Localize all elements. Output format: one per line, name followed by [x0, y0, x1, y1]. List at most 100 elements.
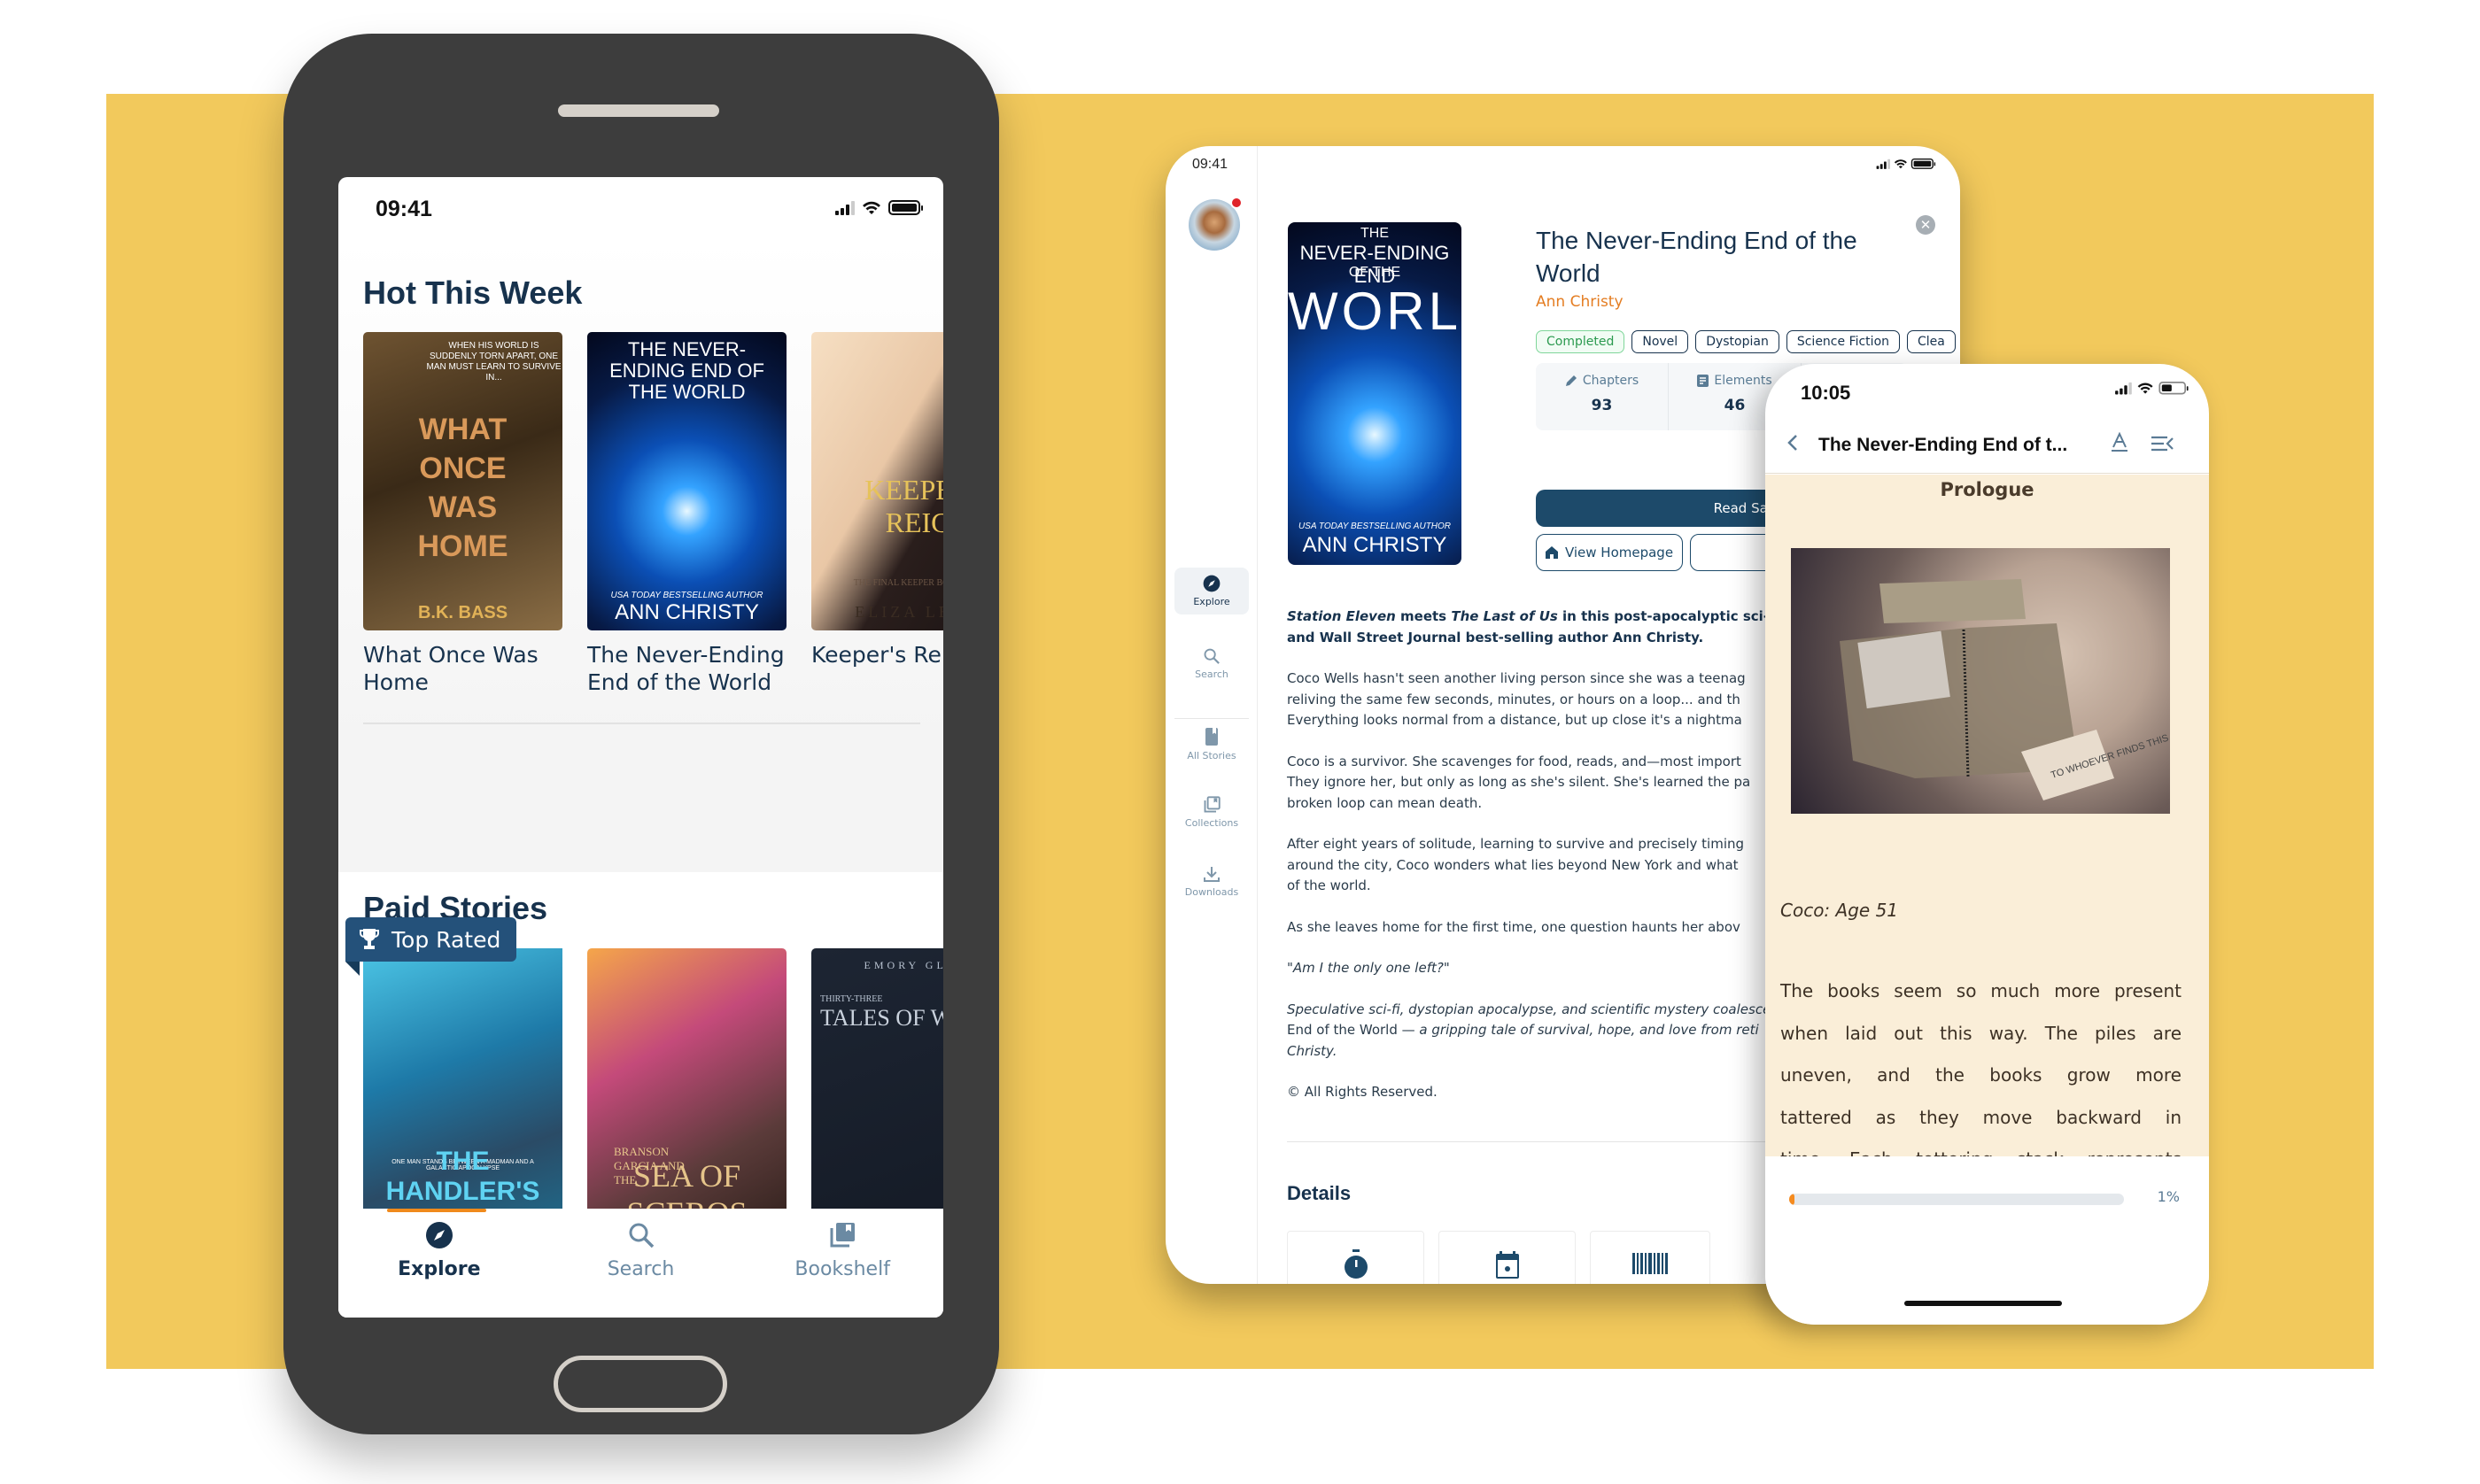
tab-label: Search [607, 1258, 675, 1280]
bottom-tab-bar: Explore Search Bookshelf [338, 1209, 943, 1318]
tab-bookshelf[interactable]: Bookshelf [741, 1209, 943, 1318]
tab-search[interactable]: Search [540, 1209, 742, 1318]
chapter-title: Prologue [1940, 479, 2034, 500]
reader-title: The Never-Ending End of t... [1818, 434, 2068, 455]
tag-chip[interactable]: Science Fiction [1786, 330, 1901, 353]
android-phone-mockup: 09:41 Hot This Week WHEN HIS WORLD IS SU… [283, 34, 999, 1434]
back-button[interactable] [1786, 432, 1811, 459]
search-icon [629, 1223, 654, 1248]
reader-header: The Never-Ending End of t... [1765, 417, 2209, 474]
detail-card-date [1438, 1231, 1576, 1284]
status-icons [2115, 382, 2189, 395]
wifi-icon [1894, 158, 1907, 168]
status-bar: 09:41 [338, 177, 943, 239]
book-cover: BRANSON GARCIA AND THE SEA OF SCEROS [587, 948, 787, 1241]
tag-chip[interactable]: Clea [1907, 330, 1956, 353]
font-settings-button[interactable] [2104, 431, 2135, 459]
reader-footer: 1% [1765, 1156, 2209, 1325]
avatar[interactable] [1189, 197, 1243, 251]
tab-explore[interactable]: Explore [338, 1209, 540, 1318]
section-title-hot: Hot This Week [363, 274, 583, 311]
stat-label: Chapters [1582, 374, 1639, 388]
sidebar-item-all-stories[interactable]: All Stories [1174, 720, 1249, 769]
book-title: The Never-Ending End of the World [587, 642, 785, 695]
book-cover: THE NEVER-ENDING END OF THE WORLD USA TO… [1288, 222, 1461, 565]
sidebar-item-collections[interactable]: Collections [1174, 789, 1249, 836]
book-card[interactable]: KEEPER'S REIGN THE FINAL KEEPER BOOK 1 E… [811, 332, 943, 696]
tag-chip[interactable]: Dystopian [1695, 330, 1779, 353]
book-card[interactable]: BRANSON GARCIA AND THE SEA OF SCEROS [587, 948, 787, 1241]
battery-icon [888, 200, 923, 215]
collections-icon [1204, 796, 1221, 813]
status-icons [1876, 158, 1936, 169]
chapter-text: The books seem so much more present when… [1780, 980, 2182, 1156]
status-time: 10:05 [1801, 382, 1851, 404]
battery-icon [1910, 158, 1936, 169]
details-heading: Details [1287, 1182, 1352, 1204]
reading-progress-bar[interactable] [1789, 1194, 2124, 1205]
status-time: 09:41 [376, 197, 432, 221]
tab-label: Bookshelf [794, 1258, 890, 1280]
stat-label: Elements [1714, 374, 1772, 388]
sidebar-item-downloads[interactable]: Downloads [1174, 858, 1249, 905]
sidebar-item-search[interactable]: Search [1174, 640, 1249, 687]
close-button[interactable]: ✕ [1916, 215, 1935, 235]
book-icon [1205, 728, 1218, 746]
document-icon [1697, 375, 1709, 387]
signal-icon [1876, 158, 1890, 169]
sidebar-item-explore[interactable]: Explore [1174, 568, 1249, 614]
sidebar-divider [1174, 718, 1249, 719]
top-rated-label: Top Rated [391, 926, 501, 953]
trophy-icon [360, 929, 379, 949]
section-divider [363, 723, 920, 724]
progress-fill [1789, 1194, 1794, 1205]
notebook-illustration: TO WHOEVER FINDS THIS [1840, 579, 2170, 800]
detail-card-reading-time [1287, 1231, 1424, 1284]
signal-icon [835, 200, 855, 215]
book-title: The Never-Ending End of the World [1536, 227, 1857, 287]
wifi-icon [2137, 383, 2153, 394]
book-cover: KEEPER'S REIGN THE FINAL KEEPER BOOK 1 E… [811, 332, 943, 630]
table-of-contents-button[interactable] [2150, 435, 2178, 456]
book-title: What Once Was Home [363, 642, 539, 695]
chapter-illustration: TO WHOEVER FINDS THIS [1791, 548, 2170, 814]
stat-value: 46 [1724, 397, 1746, 414]
toc-menu-icon [2151, 436, 2174, 451]
battery-icon [2158, 382, 2189, 395]
home-indicator [1904, 1301, 2062, 1306]
sidebar-item-label: Search [1195, 669, 1228, 680]
sidebar-item-label: Explore [1193, 596, 1230, 607]
pencil-icon [1565, 375, 1577, 386]
chevron-left-icon [1787, 434, 1797, 451]
download-icon [1204, 867, 1220, 882]
author-link[interactable]: Ann Christy [1536, 293, 1624, 311]
compass-icon [1203, 575, 1221, 592]
top-rated-badge: Top Rated [345, 917, 517, 976]
book-cover: WHEN HIS WORLD IS SUDDENLY TORN APART, O… [363, 332, 562, 630]
text-format-icon [2112, 431, 2127, 452]
signal-icon [2115, 382, 2132, 395]
wifi-icon [863, 201, 880, 214]
book-card[interactable]: EMORY GLA THIRTY-THREE TALES OF W [811, 948, 943, 1241]
notification-dot [1230, 197, 1243, 209]
section-spacer [338, 748, 943, 872]
view-homepage-button[interactable]: View Homepage [1536, 534, 1683, 571]
home-icon [1545, 546, 1558, 559]
sidebar-item-label: All Stories [1187, 750, 1236, 761]
reader-phone-mockup: 10:05 The Never-Ending End of t... Prolo… [1765, 364, 2209, 1325]
tag-list: Completed Novel Dystopian Science Fictio… [1536, 330, 1956, 353]
phone-speaker [558, 104, 719, 117]
compass-icon [425, 1222, 453, 1248]
paid-book-row: ONE MAN STANDS BETWEEN A MADMAN AND A GA… [363, 948, 943, 1241]
hot-book-row: WHEN HIS WORLD IS SUDDENLY TORN APART, O… [363, 332, 943, 696]
book-card[interactable]: WHEN HIS WORLD IS SUDDENLY TORN APART, O… [363, 332, 562, 696]
bookshelf-icon [830, 1223, 856, 1248]
phone-screen: 09:41 Hot This Week WHEN HIS WORLD IS SU… [338, 177, 943, 1318]
book-title: Keeper's Reign [811, 642, 943, 668]
tag-chip[interactable]: Novel [1631, 330, 1689, 353]
book-cover: EMORY GLA THIRTY-THREE TALES OF W [811, 948, 943, 1241]
book-card[interactable]: ONE MAN STANDS BETWEEN A MADMAN AND A GA… [363, 948, 562, 1241]
reader-page[interactable]: Prologue TO WHOEVER FINDS THIS Coco: Age… [1765, 475, 2209, 1156]
book-card[interactable]: THE NEVER-ENDING END OF THE WORLD USA TO… [587, 332, 787, 696]
sidebar-item-label: Downloads [1184, 886, 1239, 898]
